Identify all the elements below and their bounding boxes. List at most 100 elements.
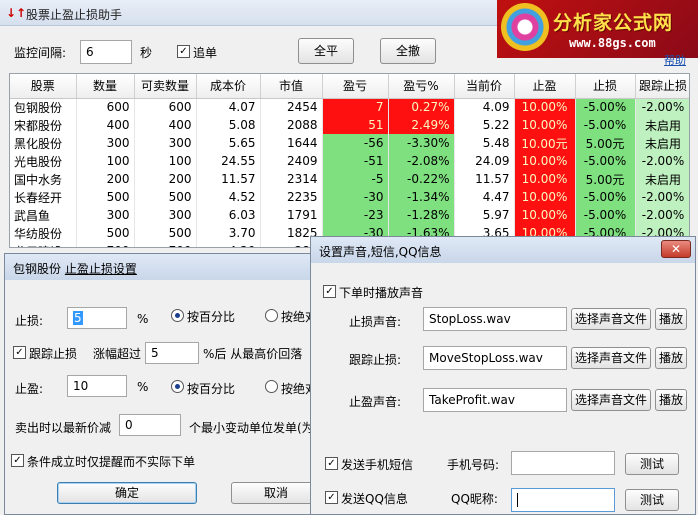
trailing-checkbox[interactable]: ✓ xyxy=(13,346,26,359)
takeprofit-pct: % xyxy=(137,380,149,394)
table-row[interactable]: 国中水务 200 200 11.57 2314 -5 -0.22% 11.57 10.00% 5.… xyxy=(10,170,689,188)
profit-sound-input[interactable]: TakeProfit.wav xyxy=(423,388,567,412)
table-cell: 1644 xyxy=(260,134,323,152)
ok-button[interactable]: 确定 xyxy=(57,482,197,504)
flower-logo-icon xyxy=(501,3,549,51)
table-cell: -5 xyxy=(322,170,389,188)
sell-label: 卖出时以最新价减 xyxy=(15,421,112,435)
table-cell: 10.00% xyxy=(514,206,576,224)
trailing-label: 跟踪止损 xyxy=(29,347,78,361)
choose-stoploss-sound-button[interactable]: 选择声音文件 xyxy=(571,308,651,330)
col-header[interactable]: 盈亏% xyxy=(388,74,455,99)
table-cell: 2235 xyxy=(260,188,323,206)
col-header[interactable]: 成本价 xyxy=(196,74,261,99)
table-row[interactable]: 包钢股份 600 600 4.07 2454 7 0.27% 4.09 10.00% -5.00%… xyxy=(10,98,689,116)
window-title: 股票止盈止损助手 xyxy=(26,8,123,22)
table-cell: 400 xyxy=(134,116,197,134)
phone-input[interactable] xyxy=(511,451,615,475)
table-cell: 10.00% xyxy=(514,188,576,206)
table-cell: 700 xyxy=(76,242,135,247)
table-cell: 300 xyxy=(76,134,135,152)
table-cell: -23 xyxy=(322,206,389,224)
table-row[interactable]: 黑化股份 300 300 5.65 1644 -56 -3.30% 5.48 10.00元 5.0… xyxy=(10,134,689,152)
col-header[interactable]: 跟踪止损 xyxy=(635,74,689,99)
choose-trail-sound-button[interactable]: 选择声音文件 xyxy=(571,347,651,369)
interval-label: 监控间隔: xyxy=(14,46,67,60)
close-icon[interactable]: ✕ xyxy=(661,240,691,258)
table-cell: 11.57 xyxy=(454,170,515,188)
table-row[interactable]: 武昌鱼 300 300 6.03 1791 -23 -1.28% 5.97 10.00% -5.0… xyxy=(10,206,689,224)
interval-unit: 秒 xyxy=(140,46,153,60)
table-cell: -1.34% xyxy=(388,188,455,206)
table-cell: 5.08 xyxy=(196,116,261,134)
stoploss-by-pct-radio[interactable] xyxy=(171,309,184,322)
table-cell: 武昌鱼 xyxy=(10,206,77,224)
table-cell: 5.48 xyxy=(454,134,515,152)
help-link[interactable]: 帮助 xyxy=(664,52,686,68)
table-cell: 10.00元 xyxy=(514,134,576,152)
cancel-all-button[interactable]: 全撤 xyxy=(380,38,436,64)
col-header[interactable]: 数量 xyxy=(76,74,135,99)
table-cell: 国中水务 xyxy=(10,170,77,188)
stoploss-by-abs-radio[interactable] xyxy=(265,309,278,322)
col-header[interactable]: 盈亏 xyxy=(322,74,389,99)
send-qq-checkbox[interactable]: ✓ xyxy=(325,491,338,504)
table-cell: 700 xyxy=(134,242,197,247)
sell-offset-input[interactable]: 0 xyxy=(119,414,181,436)
test-sms-button[interactable]: 测试 xyxy=(625,453,679,475)
play-stoploss-sound-button[interactable]: 播放 xyxy=(655,308,687,330)
qq-nick-input[interactable] xyxy=(511,488,615,512)
col-header[interactable]: 股票 xyxy=(10,74,77,99)
trail-sound-input[interactable]: MoveStopLoss.wav xyxy=(423,346,567,370)
remind-only-checkbox[interactable]: ✓ xyxy=(11,454,24,467)
table-cell: 10.00% xyxy=(514,170,576,188)
interval-input[interactable]: 6 xyxy=(80,40,132,64)
takeprofit-input[interactable]: 10 xyxy=(67,375,127,397)
takeprofit-by-pct-radio[interactable] xyxy=(171,380,184,393)
takeprofit-by-abs-radio[interactable] xyxy=(265,380,278,393)
col-header[interactable]: 可卖数量 xyxy=(134,74,197,99)
cancel-button[interactable]: 取消 xyxy=(231,482,321,504)
table-cell: 10.00% xyxy=(514,116,576,134)
table-cell: 300 xyxy=(134,206,197,224)
play-trail-sound-button[interactable]: 播放 xyxy=(655,347,687,369)
col-header[interactable]: 止盈 xyxy=(514,74,576,99)
remind-only-label: 条件成立时仅提醒而不实际下单 xyxy=(27,455,196,469)
table-cell: -30 xyxy=(322,188,389,206)
col-header[interactable]: 市值 xyxy=(260,74,323,99)
table-row[interactable]: 长春经开 500 500 4.52 2235 -30 -1.34% 4.47 10.00% -5.… xyxy=(10,188,689,206)
chase-label: 追单 xyxy=(193,46,218,60)
logo-url: www.88gs.com xyxy=(569,36,656,50)
table-cell: 未启用 xyxy=(635,134,689,152)
sell-suffix: 个最小变动单位发单(为 xyxy=(189,421,313,435)
table-cell: 2088 xyxy=(260,116,323,134)
table-cell: 300 xyxy=(134,134,197,152)
table-cell: 5.00元 xyxy=(575,134,636,152)
close-all-button[interactable]: 全平 xyxy=(298,38,354,64)
col-header[interactable]: 当前价 xyxy=(454,74,515,99)
stoploss-by-pct-label: 按百分比 xyxy=(187,310,236,324)
table-cell: 6.03 xyxy=(196,206,261,224)
table-cell: 3.70 xyxy=(196,224,261,242)
chase-checkbox[interactable]: ✓ xyxy=(177,45,190,58)
table-cell: 600 xyxy=(134,98,197,116)
table-row[interactable]: 宋都股份 400 400 5.08 2088 51 2.49% 5.22 10.00% -5.00… xyxy=(10,116,689,134)
stoploss-input[interactable]: 5 xyxy=(67,307,127,329)
table-cell: -5.00% xyxy=(575,188,636,206)
choose-profit-sound-button[interactable]: 选择声音文件 xyxy=(571,389,651,411)
table-cell: 11.57 xyxy=(196,170,261,188)
test-qq-button[interactable]: 测试 xyxy=(625,489,679,511)
play-sound-checkbox[interactable]: ✓ xyxy=(323,285,336,298)
play-profit-sound-button[interactable]: 播放 xyxy=(655,389,687,411)
stoploss-sound-input[interactable]: StopLoss.wav xyxy=(423,307,567,331)
send-sms-checkbox[interactable]: ✓ xyxy=(325,457,338,470)
col-header[interactable]: 止损 xyxy=(575,74,636,99)
table-cell: 长春经开 xyxy=(10,188,77,206)
table-cell: 2454 xyxy=(260,98,323,116)
profit-sound-label: 止盈声音: xyxy=(349,395,402,409)
takeprofit-label: 止盈: xyxy=(15,382,44,396)
table-cell: 100 xyxy=(76,152,135,170)
rise-input[interactable]: 5 xyxy=(145,342,199,364)
table-cell: 200 xyxy=(134,170,197,188)
table-row[interactable]: 光电股份 100 100 24.55 2409 -51 -2.08% 24.09 10.00% -… xyxy=(10,152,689,170)
